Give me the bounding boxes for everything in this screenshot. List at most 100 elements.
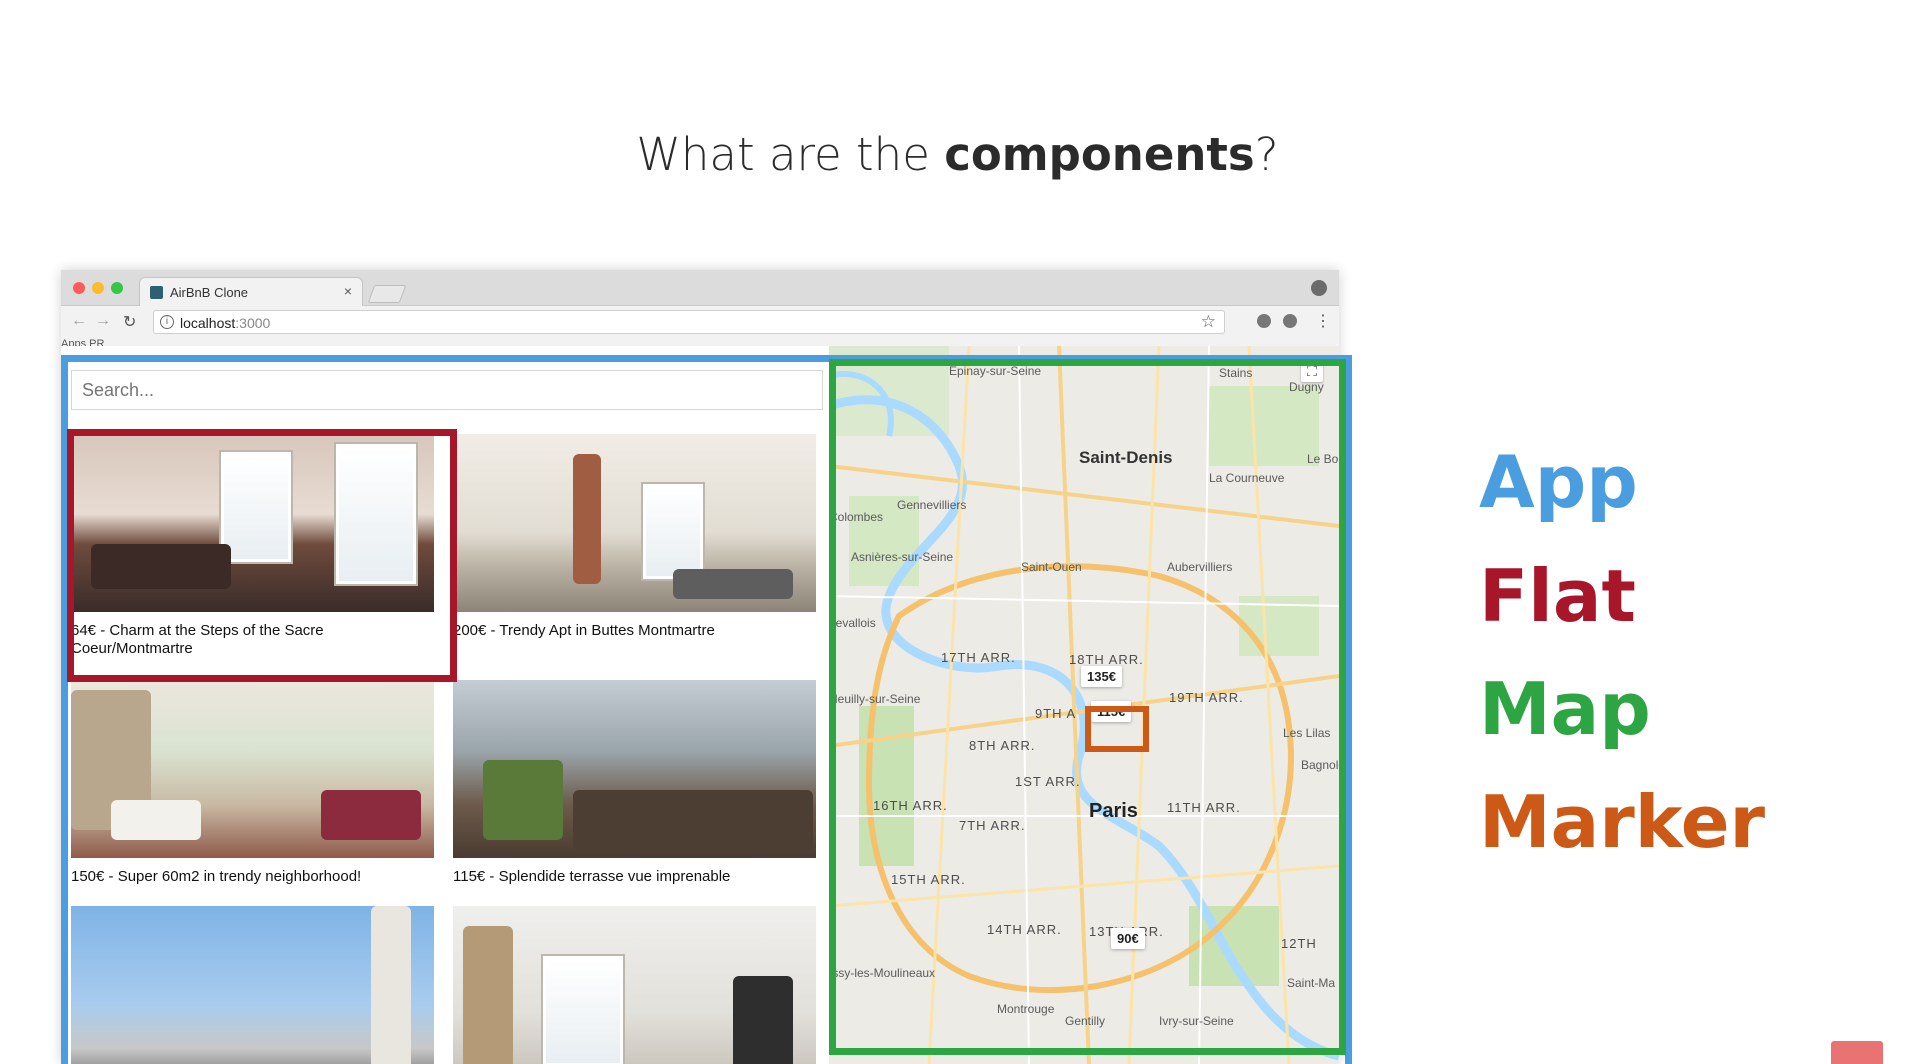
town-label: Ivry-sur-Seine: [1159, 1014, 1234, 1028]
legend-flat: Flat: [1479, 554, 1636, 638]
bookmarks-bar: Apps PR: [61, 338, 1339, 346]
legend-app: App: [1479, 440, 1638, 524]
extension-info-icon[interactable]: [1283, 314, 1297, 328]
reload-icon[interactable]: ↻: [123, 312, 136, 332]
slide-title-bold: components: [944, 128, 1255, 181]
town-label: Le Bou: [1307, 452, 1339, 466]
slide-title: What are the components?: [0, 128, 1915, 181]
favicon-icon: [150, 286, 163, 299]
arrondissement-label: 16TH ARR.: [873, 798, 948, 813]
bookmark-star-icon[interactable]: ☆: [1201, 312, 1216, 332]
window-image: [336, 444, 416, 584]
address-bar[interactable]: i localhost:3000 ☆: [153, 310, 1225, 334]
chair-image: [111, 800, 201, 840]
profile-icon[interactable]: [1311, 280, 1327, 296]
town-label: Issy-les-Moulineaux: [829, 966, 936, 980]
town-label: Aubervilliers: [1167, 560, 1233, 574]
flat-caption: 64€ - Charm at the Steps of the Sacre Co…: [71, 622, 324, 657]
price-marker[interactable]: 135€: [1081, 666, 1122, 687]
wall-image: [371, 906, 411, 1064]
flat-image[interactable]: [453, 906, 816, 1064]
town-label: Dugny: [1289, 380, 1324, 394]
plants-image: [483, 760, 563, 840]
flat-caption: 200€ - Trendy Apt in Buttes Montmartre: [453, 622, 715, 639]
flat-image[interactable]: [71, 906, 434, 1064]
extension-shield-icon[interactable]: [1257, 314, 1271, 328]
table-image: [91, 544, 231, 589]
flat-card[interactable]: 64€ - Charm at the Steps of the Sacre Co…: [71, 434, 434, 658]
price-marker[interactable]: 90€: [1111, 928, 1145, 949]
tab-title: AirBnB Clone: [170, 285, 249, 300]
close-window-button[interactable]: [73, 282, 85, 294]
town-label: Montrouge: [997, 1002, 1055, 1016]
city-label: Saint-Denis: [1079, 448, 1173, 467]
flat-caption: 115€ - Splendide terrasse vue imprenable: [453, 868, 731, 885]
slide: What are the components? AirBnB Clone × …: [0, 0, 1915, 1064]
tab-bar: AirBnB Clone ×: [61, 270, 1339, 306]
slides-logo-icon: [1831, 1041, 1883, 1064]
town-label: Les Lilas: [1283, 726, 1331, 740]
town-label: Épinay-sur-Seine: [949, 364, 1042, 378]
window-image: [221, 452, 291, 562]
arrondissement-label: 17TH ARR.: [941, 650, 1016, 665]
window-image: [643, 484, 703, 579]
minimize-window-button[interactable]: [92, 282, 104, 294]
town-label: La Courneuve: [1209, 471, 1285, 485]
legend-map: Map: [1479, 667, 1651, 751]
arrondissement-label: 18TH ARR.: [1069, 652, 1144, 667]
arrondissement-label: 1ST ARR.: [1015, 774, 1081, 789]
tab-close-icon[interactable]: ×: [344, 283, 352, 299]
city-label: Paris: [1089, 800, 1138, 822]
flat-card[interactable]: 200€ - Trendy Apt in Buttes Montmartre: [453, 434, 816, 640]
url-host: localhost: [180, 315, 236, 331]
town-label: Colombes: [829, 510, 884, 524]
menu-icon[interactable]: ⋮: [1315, 311, 1331, 331]
flat-image[interactable]: [453, 434, 816, 612]
app-page: 64€ - Charm at the Steps of the Sacre Co…: [61, 346, 1339, 1064]
sofa-image: [321, 790, 421, 840]
window-image: [543, 956, 623, 1064]
town-label: Neuilly-sur-Seine: [829, 692, 921, 706]
flat-image[interactable]: [71, 680, 434, 858]
arrondissement-label: 12TH: [1281, 936, 1317, 951]
town-label: Asnières-sur-Seine: [851, 550, 954, 564]
flat-card[interactable]: 115€ - Splendide terrasse vue imprenable: [453, 680, 816, 886]
bookshelf-image: [463, 926, 513, 1064]
arrondissement-label: 9TH A: [1035, 706, 1077, 721]
railing-image: [573, 790, 813, 850]
url-port: :3000: [235, 315, 271, 331]
map[interactable]: Épinay-sur-Seine Stains Dugny Le Bou La …: [829, 346, 1339, 1064]
flat-card[interactable]: [453, 906, 816, 1064]
fullscreen-icon[interactable]: ⛶: [1301, 360, 1323, 382]
flat-image[interactable]: [71, 434, 434, 612]
new-tab-button[interactable]: [367, 285, 407, 303]
price-marker[interactable]: 115€: [1091, 701, 1132, 722]
cabinet-image: [733, 976, 793, 1064]
maximize-window-button[interactable]: [111, 282, 123, 294]
town-label: Stains: [1219, 366, 1253, 380]
town-label: Gentilly: [1065, 1014, 1106, 1028]
town-label: Gennevilliers: [897, 498, 967, 512]
back-icon[interactable]: ←: [71, 312, 87, 330]
arrondissement-label: 15TH ARR.: [891, 872, 966, 887]
browser-tab[interactable]: AirBnB Clone ×: [139, 277, 363, 306]
bookmarks-text: Apps PR: [61, 338, 105, 346]
search-input[interactable]: [71, 370, 823, 410]
arrondissement-label: 7TH ARR.: [959, 818, 1026, 833]
town-label: Bagnolet: [1301, 758, 1339, 772]
town-label: Saint-Ma: [1287, 976, 1336, 990]
flat-card[interactable]: 150€ - Super 60m2 in trendy neighborhood…: [71, 680, 434, 886]
slide-title-end: ?: [1254, 128, 1279, 181]
info-icon[interactable]: i: [160, 315, 174, 329]
browser-window: AirBnB Clone × ← → ↻ i localhost:3000 ☆ …: [61, 270, 1339, 1064]
flat-card[interactable]: [71, 906, 434, 1064]
flat-caption: 150€ - Super 60m2 in trendy neighborhood…: [71, 868, 362, 885]
url-text: localhost:3000: [180, 315, 270, 331]
slide-title-text: What are the: [636, 128, 945, 181]
town-label: Saint-Ouen: [1021, 560, 1082, 574]
forward-icon[interactable]: →: [95, 312, 111, 330]
browser-toolbar: ← → ↻ i localhost:3000 ☆ ⋮: [61, 306, 1339, 338]
flat-image[interactable]: [453, 680, 816, 858]
legend-marker: Marker: [1479, 780, 1766, 864]
arrondissement-label: 11TH ARR.: [1167, 800, 1241, 815]
